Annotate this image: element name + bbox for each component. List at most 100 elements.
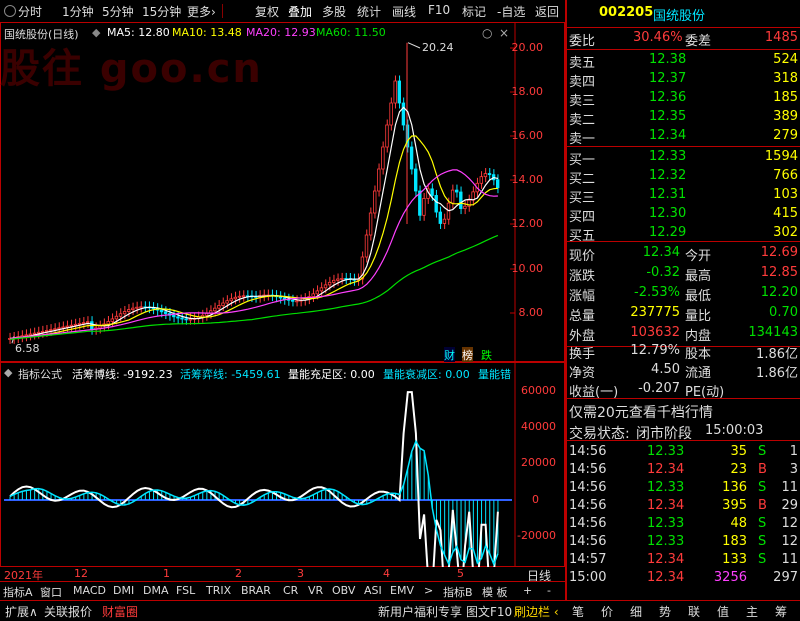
btn-f10[interactable]: F10 xyxy=(428,3,450,17)
tab-cr[interactable]: CR xyxy=(283,584,298,597)
stat2-value: 12.79% xyxy=(630,343,680,358)
tab-1min[interactable]: 1分钟 xyxy=(62,3,94,20)
tick-count: 1 xyxy=(789,444,798,459)
bid-volume: 103 xyxy=(773,187,798,202)
tick-count: 11 xyxy=(781,552,798,567)
panel-tab[interactable]: 势 xyxy=(659,603,671,620)
bid-row[interactable]: 买三 12.31 103 xyxy=(567,185,800,206)
tab-intraday[interactable]: 分时 xyxy=(4,3,42,20)
bid-row[interactable]: 买四 12.30 415 xyxy=(567,204,800,225)
btn-back[interactable]: 返回 xyxy=(535,3,559,20)
panel-tab[interactable]: 值 xyxy=(717,603,729,620)
indicator-title[interactable]: 指标公式 xyxy=(18,366,62,382)
ask-row[interactable]: 卖五 12.38 524 xyxy=(567,50,800,71)
badge-cai[interactable]: 财 xyxy=(444,347,455,363)
badge-die[interactable]: 跌 xyxy=(481,347,492,363)
tab-brar[interactable]: BRAR xyxy=(241,584,271,597)
tick-count: 3 xyxy=(789,462,798,477)
tick-volume: 3256 xyxy=(713,570,747,585)
indicator-menu-icon[interactable]: ◆ xyxy=(4,366,12,379)
stat-value: 12.20 xyxy=(760,285,798,300)
tab-indicator-a[interactable]: 指标A xyxy=(3,584,33,600)
tab-more[interactable]: 更多› xyxy=(187,3,216,20)
stat-value: 12.85 xyxy=(760,265,798,280)
tab-emv[interactable]: EMV xyxy=(390,584,414,597)
indicator-chart[interactable]: ◆ 指标公式 活筹博线: -9192.23 活筹弈线: -5459.61 量能充… xyxy=(0,362,565,567)
quote-header: 002205 国统股份 xyxy=(567,3,800,24)
panel-tab[interactable]: 价 xyxy=(601,603,613,620)
btn-mark[interactable]: 标记 xyxy=(462,3,486,20)
kline-chart[interactable]: 国统股份(日线) ◆ MA5: 12.80 MA10: 13.48 MA20: … xyxy=(0,22,565,363)
tick-volume: 183 xyxy=(722,534,747,549)
tick-price: 12.33 xyxy=(647,516,685,531)
tab-dmi[interactable]: DMI xyxy=(113,584,134,597)
stock-name[interactable]: 国统股份 xyxy=(653,5,705,24)
bid-row[interactable]: 买二 12.32 766 xyxy=(567,166,800,187)
tick-time: 14:56 xyxy=(569,444,607,459)
tick-volume: 35 xyxy=(730,444,747,459)
date-label: 2 xyxy=(235,567,242,580)
ask-label: 卖一 xyxy=(569,132,596,147)
tab-macd[interactable]: MACD xyxy=(73,584,106,597)
tab-add[interactable]: + xyxy=(523,584,532,597)
ask-row[interactable]: 卖一 12.34 279 xyxy=(567,126,800,147)
trade-state-row: 交易状态: 闭市阶段 15:00:03 xyxy=(567,421,800,442)
ask-price: 12.36 xyxy=(649,90,687,105)
btn-stats[interactable]: 统计 xyxy=(357,3,381,20)
stat-label: 最低 xyxy=(685,289,712,304)
stat-value: 237775 xyxy=(630,305,680,320)
tab-5min[interactable]: 5分钟 xyxy=(102,3,134,20)
sidebar-toggle[interactable]: 刷边栏 ‹ xyxy=(514,603,559,620)
tab-fsl[interactable]: FSL xyxy=(176,584,195,597)
ask-row[interactable]: 卖三 12.36 185 xyxy=(567,88,800,109)
tab-trix[interactable]: TRIX xyxy=(206,584,231,597)
new-user-button[interactable]: 新用户福利专享 xyxy=(378,603,462,620)
stat2-value: -0.207 xyxy=(638,381,680,396)
ask-row[interactable]: 卖二 12.35 389 xyxy=(567,107,800,128)
expand-button[interactable]: 扩展∧ xyxy=(5,603,38,620)
ask-price: 12.34 xyxy=(649,128,687,143)
badge-bang[interactable]: 榜 xyxy=(462,347,473,363)
close-icon[interactable]: × xyxy=(499,26,509,40)
settings-icon[interactable]: ○ xyxy=(482,26,492,40)
tab-15min[interactable]: 15分钟 xyxy=(142,3,181,20)
price-tick: 16.00 xyxy=(511,129,544,142)
panel-tab[interactable]: 主 xyxy=(746,603,758,620)
related-quote-button[interactable]: 关联报价 xyxy=(44,603,92,620)
panel-tab[interactable]: 筹 xyxy=(775,603,787,620)
btn-multi-stock[interactable]: 多股 xyxy=(322,3,346,20)
wealth-circle-button[interactable]: 财富圈 xyxy=(102,603,138,620)
tab-remove[interactable]: - xyxy=(547,584,551,597)
stat-label: 总量 xyxy=(569,309,596,324)
tick-side: S xyxy=(758,534,767,549)
legend-ma60: MA60: 11.50 xyxy=(316,26,386,39)
tab-indicator-b[interactable]: 指标B xyxy=(443,584,473,600)
tab-asi[interactable]: ASI xyxy=(364,584,382,597)
btn-fuquan[interactable]: 复权 xyxy=(255,3,279,20)
tab-template[interactable]: 模 板 xyxy=(482,584,508,600)
tab-window[interactable]: 窗口 xyxy=(40,584,62,600)
promo-row[interactable]: 仅需20元查看千档行情 xyxy=(567,400,800,421)
panel-tab[interactable]: 联 xyxy=(688,603,700,620)
stat-value: -0.32 xyxy=(646,265,680,280)
tab-next[interactable]: > xyxy=(424,584,433,597)
panel-tab[interactable]: 细 xyxy=(630,603,642,620)
tab-vr[interactable]: VR xyxy=(308,584,323,597)
ask-row[interactable]: 卖四 12.37 318 xyxy=(567,69,800,90)
bid-price: 12.33 xyxy=(649,149,687,164)
btn-overlay[interactable]: 叠加 xyxy=(288,3,312,20)
tab-obv[interactable]: OBV xyxy=(332,584,355,597)
ind-tick: -20000 xyxy=(517,529,556,542)
f10-button[interactable]: 图文F10 xyxy=(466,603,512,620)
btn-draw[interactable]: 画线 xyxy=(392,3,416,20)
btn-self-select[interactable]: -自选 xyxy=(497,3,525,20)
ind-tick: 40000 xyxy=(521,420,556,433)
tick-count: 11 xyxy=(781,480,798,495)
bid-row[interactable]: 买一 12.33 1594 xyxy=(567,147,800,168)
ask-volume: 318 xyxy=(773,71,798,86)
tick-price: 12.34 xyxy=(647,498,685,513)
tab-dma[interactable]: DMA xyxy=(143,584,169,597)
promo-text[interactable]: 仅需20元查看千档行情 xyxy=(569,402,713,422)
panel-tab[interactable]: 笔 xyxy=(572,603,584,620)
stat-value: 134143 xyxy=(748,325,798,340)
